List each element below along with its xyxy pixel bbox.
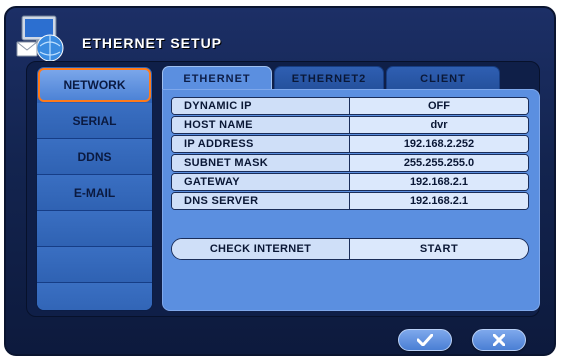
sidebar: NETWORK SERIAL DDNS E-MAIL — [36, 66, 153, 311]
ip-address-field[interactable]: 192.168.2.252 — [350, 136, 528, 152]
sidebar-item-empty — [37, 283, 152, 310]
setting-row-subnet-mask: SUBNET MASK 255.255.255.0 — [171, 154, 529, 172]
sidebar-item-empty — [37, 247, 152, 283]
close-icon — [493, 334, 505, 346]
confirm-button[interactable] — [398, 329, 452, 351]
tab-client[interactable]: CLIENT — [386, 66, 500, 90]
setting-label: SUBNET MASK — [172, 155, 350, 171]
setting-row-host-name: HOST NAME dvr — [171, 116, 529, 134]
cancel-button[interactable] — [472, 329, 526, 351]
tab-ethernet2[interactable]: ETHERNET2 — [274, 66, 384, 90]
dns-server-field[interactable]: 192.168.2.1 — [350, 193, 528, 209]
sidebar-item-empty — [37, 211, 152, 247]
start-check-button[interactable]: START — [350, 239, 528, 259]
setting-label: GATEWAY — [172, 174, 350, 190]
sidebar-item-label: E-MAIL — [73, 185, 116, 200]
sidebar-item-label: SERIAL — [72, 113, 117, 128]
setting-label: DNS SERVER — [172, 193, 350, 209]
setting-label: DYNAMIC IP — [172, 98, 350, 114]
window-title: ETHERNET SETUP — [82, 35, 223, 51]
sidebar-item-label: NETWORK — [63, 78, 126, 92]
setting-label: IP ADDRESS — [172, 136, 350, 152]
network-setup-icon — [16, 14, 68, 66]
subnet-mask-field[interactable]: 255.255.255.0 — [350, 155, 528, 171]
check-internet-row: CHECK INTERNET START — [171, 238, 529, 260]
check-internet-label: CHECK INTERNET — [172, 239, 350, 259]
host-name-field[interactable]: dvr — [350, 117, 528, 133]
sidebar-item-email[interactable]: E-MAIL — [37, 175, 152, 211]
dynamic-ip-toggle[interactable]: OFF — [350, 98, 528, 114]
setting-row-ip-address: IP ADDRESS 192.168.2.252 — [171, 135, 529, 153]
check-icon — [417, 334, 433, 346]
title-bar: ETHERNET SETUP — [6, 8, 554, 66]
setting-row-dns-server: DNS SERVER 192.168.2.1 — [171, 192, 529, 210]
setting-label: HOST NAME — [172, 117, 350, 133]
sidebar-item-ddns[interactable]: DDNS — [37, 139, 152, 175]
sidebar-item-serial[interactable]: SERIAL — [37, 103, 152, 139]
sidebar-item-network[interactable]: NETWORK — [38, 68, 151, 102]
gateway-field[interactable]: 192.168.2.1 — [350, 174, 528, 190]
setting-row-dynamic-ip: DYNAMIC IP OFF — [171, 97, 529, 115]
settings-table: DYNAMIC IP OFF HOST NAME dvr IP ADDRESS … — [171, 97, 529, 211]
setting-row-gateway: GATEWAY 192.168.2.1 — [171, 173, 529, 191]
sidebar-item-label: DDNS — [77, 149, 112, 164]
tab-ethernet[interactable]: ETHERNET — [162, 66, 272, 90]
